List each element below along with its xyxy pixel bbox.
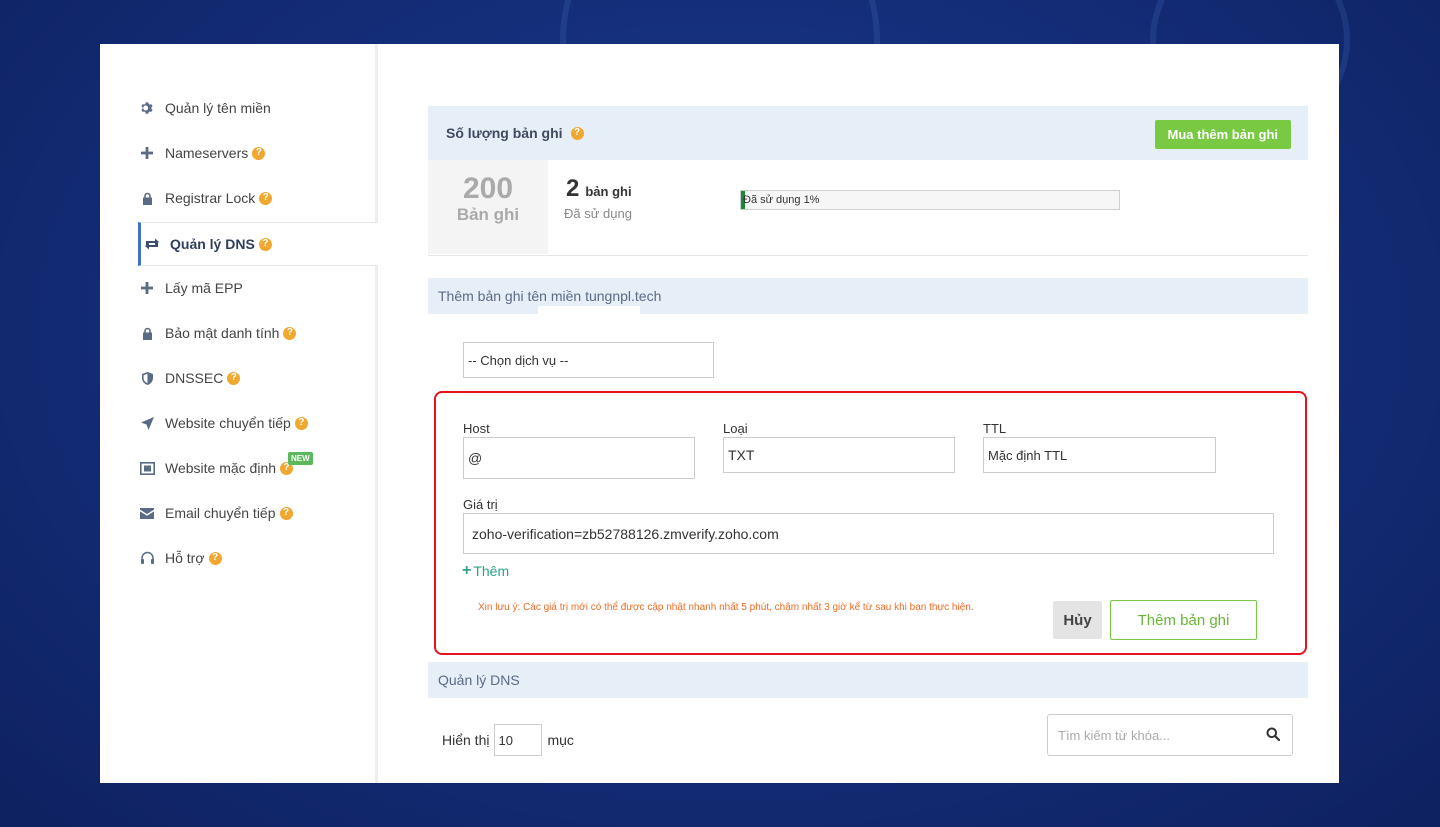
- lock-icon: [138, 192, 156, 205]
- sidebar-item-nameservers[interactable]: Nameservers ?: [138, 131, 374, 175]
- sidebar-item-domain-manage[interactable]: Quản lý tên miền: [138, 86, 374, 130]
- show-suffix: mục: [547, 732, 574, 748]
- help-icon[interactable]: ?: [227, 371, 241, 385]
- service-select[interactable]: -- Chọn dịch vụ --: [463, 342, 714, 378]
- sync-icon: [143, 237, 161, 251]
- used-records-unit: bản ghi: [585, 184, 632, 199]
- new-badge: NEW: [288, 452, 313, 465]
- page-size-input[interactable]: 10: [494, 724, 543, 756]
- envelope-icon: [138, 507, 156, 519]
- lock-icon: [138, 327, 156, 340]
- plus-icon: [138, 282, 156, 294]
- gear-icon: [138, 101, 156, 115]
- usage-progress-bar: Đã sử dụng 1%: [740, 190, 1120, 210]
- add-more-label: Thêm: [473, 563, 510, 579]
- help-icon[interactable]: ?: [258, 237, 272, 251]
- search-icon[interactable]: [1266, 727, 1281, 744]
- sidebar-item-label: Registrar Lock: [165, 190, 256, 206]
- help-icon[interactable]: ?: [570, 126, 584, 140]
- sidebar-item-support[interactable]: Hỗ trợ ?: [138, 536, 374, 580]
- help-icon[interactable]: ?: [252, 146, 266, 160]
- search-box[interactable]: Tìm kiếm từ khóa...: [1047, 714, 1293, 756]
- tab-connector: [538, 306, 640, 316]
- total-records-box: 200 Bản ghi: [428, 160, 548, 254]
- add-more-link[interactable]: + Thêm: [462, 562, 509, 580]
- used-records-number: 2: [566, 175, 580, 202]
- divider: [428, 255, 1308, 256]
- sidebar-item-label: Email chuyển tiếp: [165, 505, 276, 521]
- send-icon: [138, 416, 156, 430]
- help-icon[interactable]: ?: [259, 191, 273, 205]
- add-record-button[interactable]: Thêm bản ghi: [1110, 600, 1257, 640]
- sidebar-item-website-forward[interactable]: Website chuyển tiếp ?: [138, 401, 374, 445]
- sidebar-item-label: Nameservers: [165, 145, 249, 161]
- help-icon[interactable]: ?: [279, 506, 293, 520]
- ttl-label: TTL: [983, 421, 1007, 436]
- sidebar-item-dnssec[interactable]: DNSSEC ?: [138, 356, 374, 400]
- sidebar-item-default-website[interactable]: Website mặc định ? NEW: [138, 446, 374, 490]
- help-icon[interactable]: ?: [294, 416, 308, 430]
- sidebar-item-get-epp[interactable]: Lấy mã EPP: [138, 266, 374, 310]
- total-records-label: Bản ghi: [456, 205, 520, 224]
- domain-panel: Quản lý tên miền Nameservers ? Registrar…: [100, 44, 1339, 783]
- ttl-input[interactable]: Mặc định TTL: [983, 437, 1216, 473]
- show-label: Hiển thị: [442, 732, 490, 748]
- sidebar-item-identity-privacy[interactable]: Bảo mật danh tính ?: [138, 311, 374, 355]
- used-records: 2 bản ghi: [566, 175, 632, 203]
- type-input[interactable]: TXT: [723, 437, 955, 473]
- shield-icon: [138, 371, 156, 385]
- update-note: Xin lưu ý: Các giá trị mới có thể được c…: [478, 602, 974, 613]
- usage-progress-text: Đã sử dụng 1%: [743, 194, 820, 206]
- value-label: Giá trị: [463, 497, 498, 512]
- buy-more-records-button[interactable]: Mua thêm bản ghi: [1154, 120, 1291, 149]
- help-icon[interactable]: ?: [283, 326, 297, 340]
- sidebar-item-label: Website mặc định: [165, 460, 277, 476]
- sidebar-item-registrar-lock[interactable]: Registrar Lock ?: [138, 176, 374, 220]
- sidebar-item-label: DNSSEC: [165, 370, 224, 386]
- sidebar: Quản lý tên miền Nameservers ? Registrar…: [100, 44, 378, 783]
- used-records-label: Đã sử dụng: [564, 206, 632, 221]
- add-record-section-title: Thêm bản ghi tên miền tungnpl.tech: [438, 288, 662, 304]
- frame-icon: [138, 461, 156, 475]
- host-label: Host: [463, 421, 490, 436]
- dns-manage-section-title: Quản lý DNS: [438, 672, 520, 688]
- sidebar-item-label: Lấy mã EPP: [165, 280, 243, 296]
- records-header: Số lượng bản ghi ? Mua thêm bản ghi: [428, 106, 1308, 160]
- sidebar-item-dns-manage[interactable]: Quản lý DNS ?: [138, 222, 378, 266]
- page-size-control: Hiển thị 10 mục: [442, 724, 574, 756]
- sidebar-item-label: Hỗ trợ: [165, 550, 205, 566]
- plus-icon: [138, 147, 156, 159]
- sidebar-item-label: Quản lý DNS: [170, 236, 255, 252]
- sidebar-item-email-forward[interactable]: Email chuyển tiếp ?: [138, 491, 374, 535]
- help-icon[interactable]: ?: [208, 551, 222, 565]
- sidebar-item-label: Bảo mật danh tính: [165, 325, 280, 341]
- total-records-number: 200: [462, 172, 514, 205]
- dns-manage-section-header: Quản lý DNS: [428, 662, 1308, 698]
- host-input[interactable]: @: [463, 437, 695, 479]
- cancel-button[interactable]: Hủy: [1053, 601, 1102, 639]
- sidebar-item-label: Website chuyển tiếp: [165, 415, 291, 431]
- search-input[interactable]: Tìm kiếm từ khóa...: [1058, 728, 1170, 743]
- value-input[interactable]: zoho-verification=zb52788126.zmverify.zo…: [463, 513, 1274, 554]
- plus-icon: +: [462, 562, 472, 579]
- headset-icon: [138, 551, 156, 566]
- type-label: Loại: [723, 421, 748, 436]
- records-header-title: Số lượng bản ghi: [446, 125, 563, 141]
- sidebar-item-label: Quản lý tên miền: [165, 100, 271, 116]
